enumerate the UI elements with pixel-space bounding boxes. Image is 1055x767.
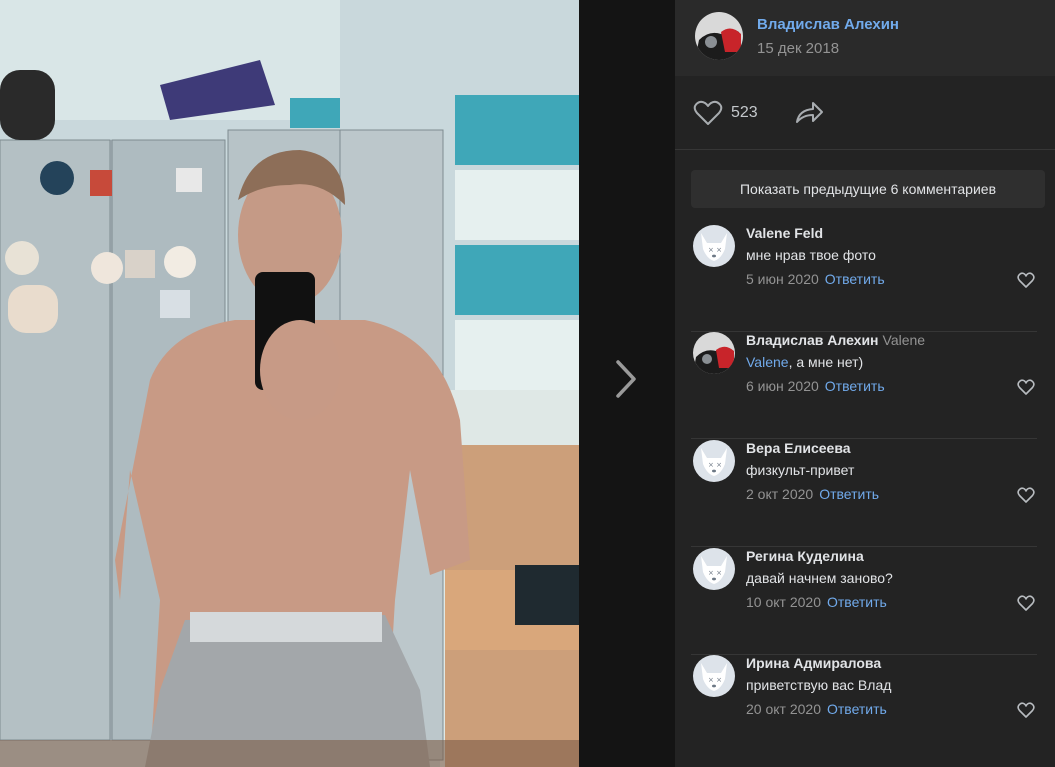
svg-text:× ×: × × [708,246,722,254]
comment-author-name[interactable]: Владислав Алехин [746,332,879,348]
like-button[interactable]: 523 [693,98,758,128]
author-photo-avatar [695,12,743,60]
comment-author: Владислав Алехин Valene [746,332,925,348]
reply-button[interactable]: Ответить [825,271,885,287]
comment-author: Ирина Адмиралова [746,655,881,671]
comment-author-name[interactable]: Ирина Адмиралова [746,655,881,671]
commenter-avatar[interactable]: × × [693,440,735,482]
default-avatar-icon: × × [693,655,735,697]
comment-author-name[interactable]: Регина Куделина [746,548,864,564]
author-avatar[interactable] [695,12,743,60]
share-arrow-icon[interactable] [793,98,825,128]
post-actions: 523 [675,76,1055,150]
comment-text: Valene, а мне нет) [746,354,863,370]
comment-author: Вера Елисеева [746,440,851,456]
post-author-header: Владислав Алехин 15 дек 2018 [675,0,1055,76]
comment-date[interactable]: 5 июн 2020 [746,271,819,287]
comment-date[interactable]: 6 июн 2020 [746,378,819,394]
svg-text:× ×: × × [708,569,722,577]
author-name[interactable]: Владислав Алехин [757,16,899,33]
commenter-avatar[interactable] [693,332,735,374]
heart-icon [693,100,723,125]
comment-meta: 10 окт 2020 Ответить [746,594,887,610]
commenter-avatar[interactable]: × × [693,655,735,697]
photo-image [0,0,579,767]
reply-button[interactable]: Ответить [825,378,885,394]
heart-icon[interactable] [1017,272,1035,288]
comment-text-body: , а мне нет) [788,354,864,370]
comment-meta: 6 июн 2020 Ответить [746,378,885,394]
mention-link[interactable]: Valene [746,354,789,370]
comment-text: давай начнем заново? [746,570,893,586]
comment-meta: 20 окт 2020 Ответить [746,701,887,717]
comment: × × Ирина Адмиралова приветствую вас Вла… [691,655,1037,762]
heart-icon[interactable] [1017,595,1035,611]
comment-date[interactable]: 2 окт 2020 [746,486,813,502]
commenter-avatar[interactable]: × × [693,548,735,590]
comment-text: приветствую вас Влад [746,677,892,693]
svg-text:× ×: × × [708,676,722,684]
comment: × × Вера Елисеева физкульт-привет 2 окт … [691,440,1037,547]
comment-text: мне нрав твое фото [746,247,876,263]
commenter-avatar[interactable]: × × [693,225,735,267]
heart-icon[interactable] [1017,702,1035,718]
default-avatar-icon: × × [693,225,735,267]
default-avatar-icon: × × [693,548,735,590]
like-count: 523 [731,104,758,121]
comment-date[interactable]: 20 окт 2020 [746,701,821,717]
comment: × × Регина Куделина давай начнем заново?… [691,548,1037,655]
heart-icon[interactable] [1017,487,1035,503]
comment-author: Регина Куделина [746,548,864,564]
comment-author[interactable]: Valene Feld [746,225,823,241]
reply-button[interactable]: Ответить [827,701,887,717]
post-date[interactable]: 15 дек 2018 [757,40,839,57]
comment-author-name[interactable]: Вера Елисеева [746,440,851,456]
reply-to-name[interactable]: Valene [883,332,926,348]
post-sidebar: Владислав Алехин 15 дек 2018 523 Показат… [675,0,1055,767]
show-previous-comments-button[interactable]: Показать предыдущие 6 комментариев [691,170,1045,208]
photo[interactable] [0,0,579,767]
svg-text:× ×: × × [708,461,722,469]
comment-author-name[interactable]: Valene Feld [746,225,823,241]
comment-text: физкульт-привет [746,462,855,478]
reply-button[interactable]: Ответить [819,486,879,502]
reply-button[interactable]: Ответить [827,594,887,610]
comment-date[interactable]: 10 окт 2020 [746,594,821,610]
heart-icon[interactable] [1017,379,1035,395]
comment: Владислав Алехин Valene Valene, а мне нет… [691,332,1037,439]
comment-meta: 5 июн 2020 Ответить [746,271,885,287]
chevron-right-icon[interactable] [610,358,642,400]
author-photo-avatar [693,332,735,374]
comment-meta: 2 окт 2020 Ответить [746,486,879,502]
default-avatar-icon: × × [693,440,735,482]
comment: × × Valene Feld мне нрав твое фото 5 июн… [691,225,1037,332]
